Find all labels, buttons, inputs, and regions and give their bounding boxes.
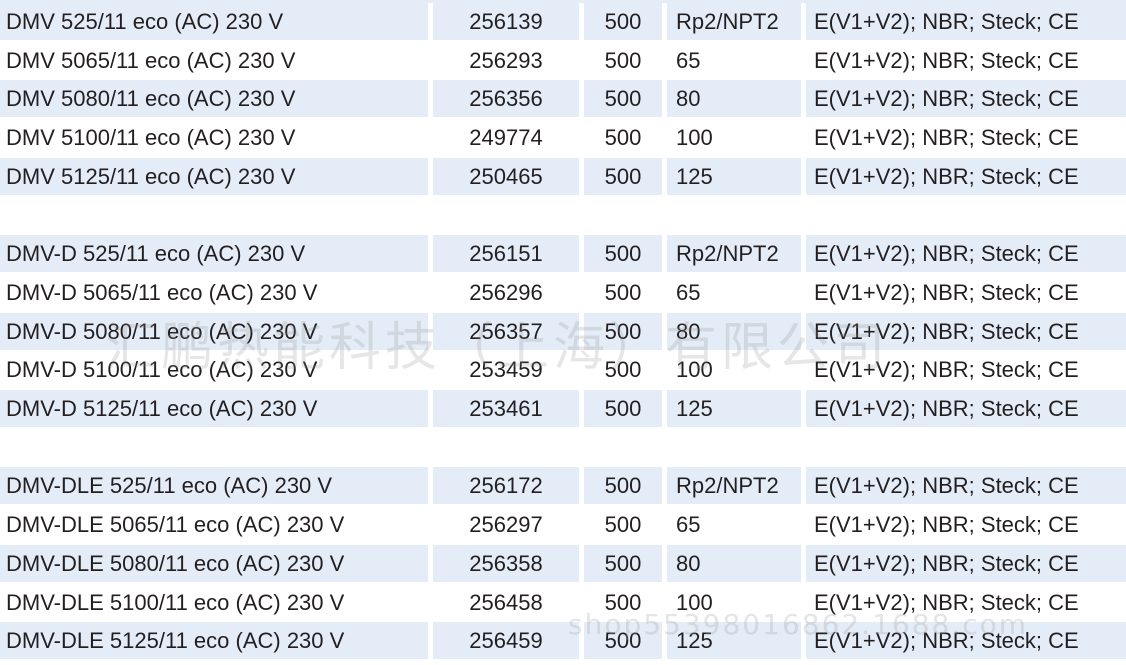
specification-cell: E(V1+V2); NBR; Steck; CE (814, 357, 1079, 382)
pressure-cell: 500 (584, 545, 662, 582)
table-row: DMV-DLE 5080/11 eco (AC) 230 V 256358 500 8… (0, 545, 1126, 582)
pressure-cell: 500 (584, 467, 662, 504)
table-row: DMV 5125/11 eco (AC) 230 V 250465 500 125 E(… (0, 158, 1126, 195)
article-number-cell: 256296 (469, 280, 543, 305)
article-number-cell: 253459 (469, 357, 543, 382)
connection-size-cell: Rp2/NPT2 (667, 467, 801, 504)
connection-size-cell: Rp2/NPT2 (667, 3, 801, 40)
pressure-cell: 500 (584, 3, 662, 40)
connection-size-cell: Rp2/NPT2 (667, 235, 801, 272)
specification-cell: E(V1+V2); NBR; Steck; CE (814, 590, 1079, 615)
table-row: DMV-DLE 5125/11 eco (AC) 230 V 256459 500 1… (0, 622, 1126, 659)
article-number-cell: 249774 (469, 125, 543, 150)
table-row: DMV-D 5065/11 eco (AC) 230 V 256296 500 65 E… (0, 274, 1126, 311)
specification-cell: E(V1+V2); NBR; Steck; CE (806, 80, 1126, 117)
pressure-cell: 500 (584, 622, 662, 659)
product-name-cell: DMV-D 5125/11 eco (AC) 230 V (0, 390, 428, 427)
table-row: DMV 525/11 eco (AC) 230 V 256139 500 Rp2/NP… (0, 3, 1126, 40)
product-name-cell: DMV-DLE 5080/11 eco (AC) 230 V (0, 545, 428, 582)
product-name-cell: DMV-DLE 5065/11 eco (AC) 230 V (6, 512, 345, 537)
pressure-cell: 500 (584, 235, 662, 272)
article-number-cell: 256139 (433, 3, 579, 40)
product-name-cell: DMV-D 5080/11 eco (AC) 230 V (0, 313, 428, 350)
product-name-cell: DMV 5065/11 eco (AC) 230 V (6, 48, 296, 73)
article-number-cell: 256358 (433, 545, 579, 582)
pressure-cell: 500 (604, 280, 642, 305)
article-number-cell: 256297 (469, 512, 543, 537)
table-row: DMV 5100/11 eco (AC) 230 V 249774 500 100 E(… (0, 119, 1126, 156)
table-row: DMV-D 5100/11 eco (AC) 230 V 253459 500 100… (0, 351, 1126, 388)
table-row: DMV-D 5125/11 eco (AC) 230 V 253461 500 125… (0, 390, 1126, 427)
connection-size-cell: 80 (667, 545, 801, 582)
article-number-cell: 253461 (433, 390, 579, 427)
connection-size-cell: 100 (676, 125, 713, 150)
product-name-cell: DMV-DLE 5100/11 eco (AC) 230 V (6, 590, 345, 615)
table-row: DMV-DLE 525/11 eco (AC) 230 V 256172 500 Rp… (0, 467, 1126, 504)
product-name-cell: DMV-D 5100/11 eco (AC) 230 V (6, 357, 318, 382)
article-number-cell: 256293 (469, 48, 543, 73)
connection-size-cell: 65 (676, 512, 701, 537)
specification-cell: E(V1+V2); NBR; Steck; CE (806, 235, 1126, 272)
connection-size-cell: 125 (667, 390, 801, 427)
connection-size-cell: 125 (667, 158, 801, 195)
specification-cell: E(V1+V2); NBR; Steck; CE (806, 313, 1126, 350)
specification-cell: E(V1+V2); NBR; Steck; CE (806, 467, 1126, 504)
specification-cell: E(V1+V2); NBR; Steck; CE (814, 125, 1079, 150)
pressure-cell: 500 (584, 390, 662, 427)
connection-size-cell: 65 (676, 280, 701, 305)
article-number-cell: 250465 (433, 158, 579, 195)
specification-cell: E(V1+V2); NBR; Steck; CE (806, 390, 1126, 427)
product-name-cell: DMV 5100/11 eco (AC) 230 V (6, 125, 296, 150)
table-row: DMV 5080/11 eco (AC) 230 V 256356 500 80 E(V… (0, 80, 1126, 117)
specification-cell: E(V1+V2); NBR; Steck; CE (814, 48, 1079, 73)
specification-cell: E(V1+V2); NBR; Steck; CE (806, 545, 1126, 582)
connection-size-cell: 100 (676, 590, 713, 615)
product-name-cell: DMV 5080/11 eco (AC) 230 V (0, 80, 428, 117)
table-row: DMV-D 525/11 eco (AC) 230 V 256151 500 Rp2/… (0, 235, 1126, 272)
table-row: DMV-DLE 5100/11 eco (AC) 230 V 256458 500 1… (0, 584, 1126, 621)
pressure-cell: 500 (584, 80, 662, 117)
pressure-cell: 500 (584, 158, 662, 195)
product-name-cell: DMV-DLE 525/11 eco (AC) 230 V (0, 467, 428, 504)
connection-size-cell: 65 (676, 48, 701, 73)
specification-cell: E(V1+V2); NBR; Steck; CE (806, 3, 1126, 40)
table-row: DMV-DLE 5065/11 eco (AC) 230 V 256297 500 6… (0, 506, 1126, 543)
connection-size-cell: 100 (676, 357, 713, 382)
table-row: DMV-D 5080/11 eco (AC) 230 V 256357 500 80 E… (0, 313, 1126, 350)
connection-size-cell: 80 (667, 313, 801, 350)
pressure-cell: 500 (584, 313, 662, 350)
product-name-cell: DMV 525/11 eco (AC) 230 V (0, 3, 428, 40)
article-number-cell: 256458 (469, 590, 543, 615)
pressure-cell: 500 (604, 48, 642, 73)
pressure-cell: 500 (604, 125, 642, 150)
connection-size-cell: 80 (667, 80, 801, 117)
product-name-cell: DMV-D 5065/11 eco (AC) 230 V (6, 280, 318, 305)
specification-cell: E(V1+V2); NBR; Steck; CE (814, 512, 1079, 537)
article-number-cell: 256356 (433, 80, 579, 117)
table-row: DMV 5065/11 eco (AC) 230 V 256293 500 65 E(V… (0, 42, 1126, 79)
pressure-cell: 500 (604, 357, 642, 382)
article-number-cell: 256459 (433, 622, 579, 659)
specification-cell: E(V1+V2); NBR; Steck; CE (814, 280, 1079, 305)
product-name-cell: DMV-D 525/11 eco (AC) 230 V (0, 235, 428, 272)
product-name-cell: DMV-DLE 5125/11 eco (AC) 230 V (0, 622, 428, 659)
pressure-cell: 500 (604, 512, 642, 537)
specification-cell: E(V1+V2); NBR; Steck; CE (806, 622, 1126, 659)
pressure-cell: 500 (604, 590, 642, 615)
specification-cell: E(V1+V2); NBR; Steck; CE (806, 158, 1126, 195)
connection-size-cell: 125 (667, 622, 801, 659)
article-number-cell: 256357 (433, 313, 579, 350)
product-name-cell: DMV 5125/11 eco (AC) 230 V (0, 158, 428, 195)
article-number-cell: 256172 (433, 467, 579, 504)
article-number-cell: 256151 (433, 235, 579, 272)
